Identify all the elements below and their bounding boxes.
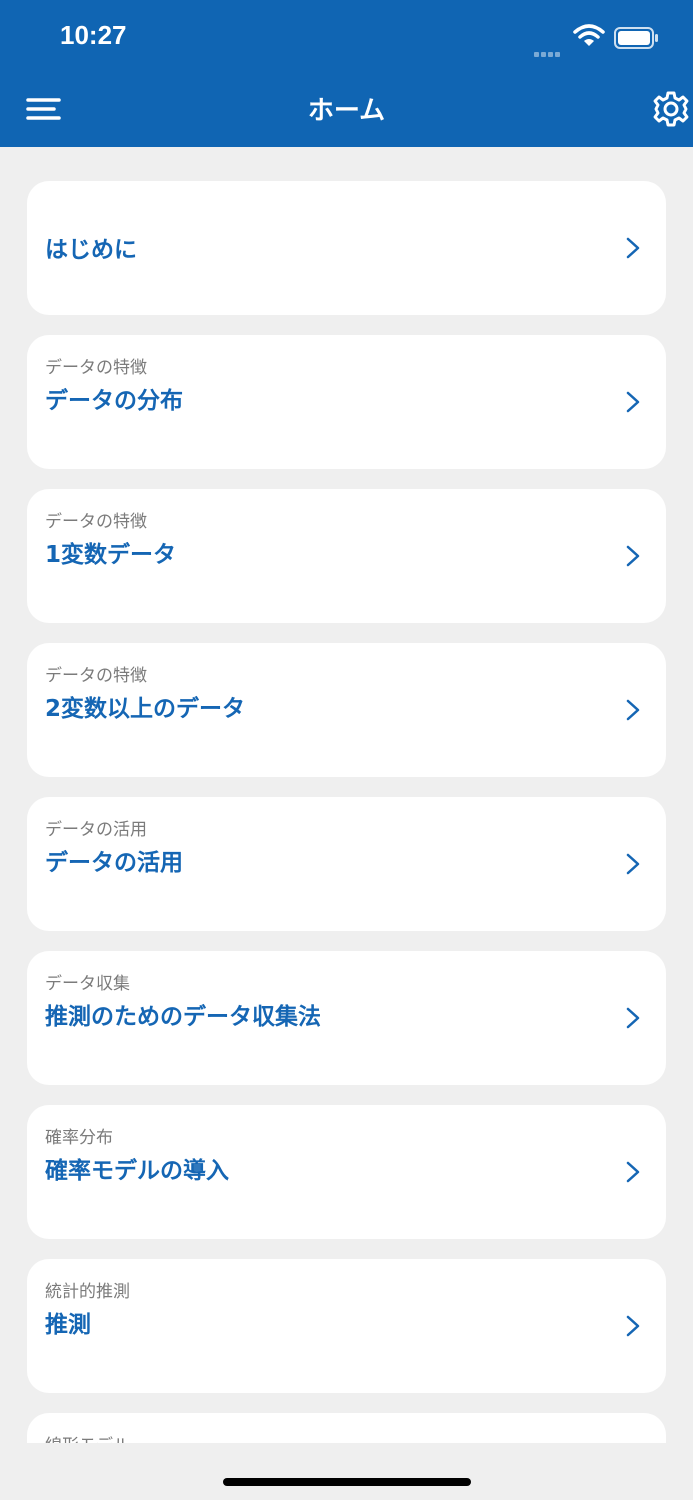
card-category: データ収集 [45, 974, 130, 994]
card-title: 推測 [45, 1312, 91, 1338]
chevron-right-icon [626, 1161, 640, 1183]
card-inference[interactable]: 統計的推測 推測 [27, 1259, 666, 1393]
card-category: 線形モデル [45, 1431, 130, 1443]
chevron-right-icon [626, 545, 640, 567]
home-indicator[interactable] [223, 1478, 471, 1486]
card-category: データの活用 [45, 820, 147, 840]
card-title: はじめに [45, 237, 137, 263]
card-category: データの特徴 [45, 666, 147, 686]
card-category: 統計的推測 [45, 1282, 130, 1302]
battery-icon [614, 27, 658, 49]
app-header: 10:27 ホーム [0, 0, 693, 147]
chevron-right-icon [626, 699, 640, 721]
chevron-right-icon [626, 237, 640, 259]
card-data-collection[interactable]: データ収集 推測のためのデータ収集法 [27, 951, 666, 1085]
chevron-right-icon [626, 853, 640, 875]
card-title: 1変数データ [45, 542, 177, 568]
card-univariate-data[interactable]: データの特徴 1変数データ [27, 489, 666, 623]
card-list[interactable]: はじめに データの特徴 データの分布 データの特徴 1変数データ データの特徴 … [0, 147, 693, 1443]
card-category: データの特徴 [45, 358, 147, 378]
chevron-right-icon [626, 391, 640, 413]
card-category: 確率分布 [45, 1128, 113, 1148]
card-probability-model[interactable]: 確率分布 確率モデルの導入 [27, 1105, 666, 1239]
card-linear-model[interactable]: 線形モデル [27, 1413, 666, 1443]
card-data-utilization[interactable]: データの活用 データの活用 [27, 797, 666, 931]
card-title: データの活用 [45, 850, 183, 876]
status-time: 10:27 [60, 20, 127, 50]
card-multivariate-data[interactable]: データの特徴 2変数以上のデータ [27, 643, 666, 777]
card-intro[interactable]: はじめに [27, 181, 666, 315]
card-title: データの分布 [45, 388, 183, 414]
chevron-right-icon [626, 1315, 640, 1337]
card-data-distribution[interactable]: データの特徴 データの分布 [27, 335, 666, 469]
cellular-signal-icon [534, 42, 562, 61]
wifi-icon [573, 24, 605, 46]
page-title: ホーム [307, 96, 386, 126]
card-title: 確率モデルの導入 [45, 1158, 229, 1184]
card-category: データの特徴 [45, 512, 147, 532]
card-title: 推測のためのデータ収集法 [45, 1004, 321, 1030]
card-title: 2変数以上のデータ [45, 696, 246, 722]
chevron-right-icon [626, 1007, 640, 1029]
gear-icon[interactable] [652, 90, 690, 128]
